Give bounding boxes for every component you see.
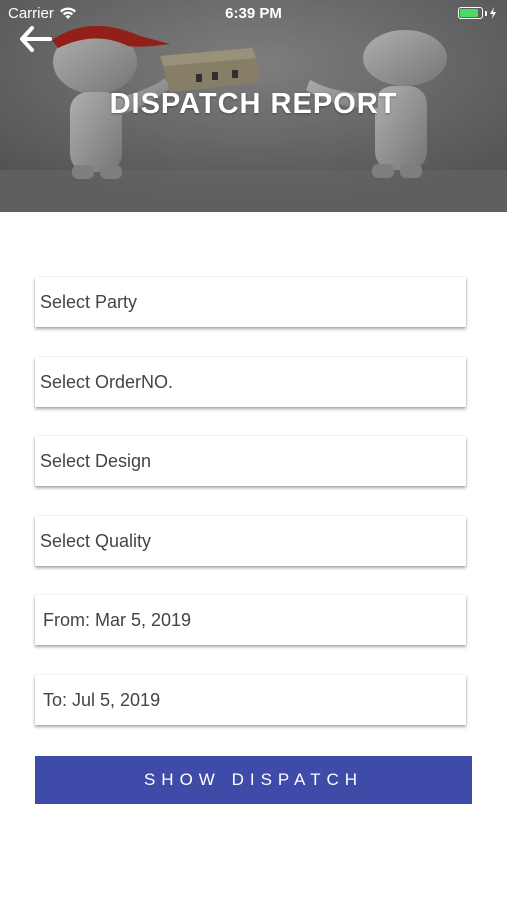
battery-tip [485,10,487,16]
from-date-label: From: Mar 5, 2019 [43,609,192,630]
arrow-left-icon [20,26,52,52]
select-party-dropdown[interactable]: Select Party [35,277,466,327]
select-quality-label: Select Quality [40,530,152,551]
select-order-dropdown[interactable]: Select OrderNO. [35,357,466,407]
select-design-label: Select Design [40,450,152,471]
charging-icon [490,7,496,19]
battery-icon [458,7,483,19]
battery-indicator [458,7,497,19]
show-dispatch-button[interactable]: SHOW DISPATCH [35,756,472,804]
select-party-label: Select Party [40,291,138,312]
select-quality-dropdown[interactable]: Select Quality [35,516,466,566]
select-order-label: Select OrderNO. [40,371,174,392]
to-date-label: To: Jul 5, 2019 [43,689,161,710]
select-design-dropdown[interactable]: Select Design [35,436,466,486]
page-title: DISPATCH REPORT [109,88,398,120]
from-date-field[interactable]: From: Mar 5, 2019 [35,595,466,645]
status-bar: Carrier 6:39 PM [0,0,507,28]
header-banner: Carrier 6:39 PM DISPATCH REPORT [0,0,507,212]
battery-fill [460,9,478,17]
status-time: 6:39 PM [225,5,282,22]
to-date-field[interactable]: To: Jul 5, 2019 [35,675,466,725]
back-button[interactable] [20,26,56,56]
